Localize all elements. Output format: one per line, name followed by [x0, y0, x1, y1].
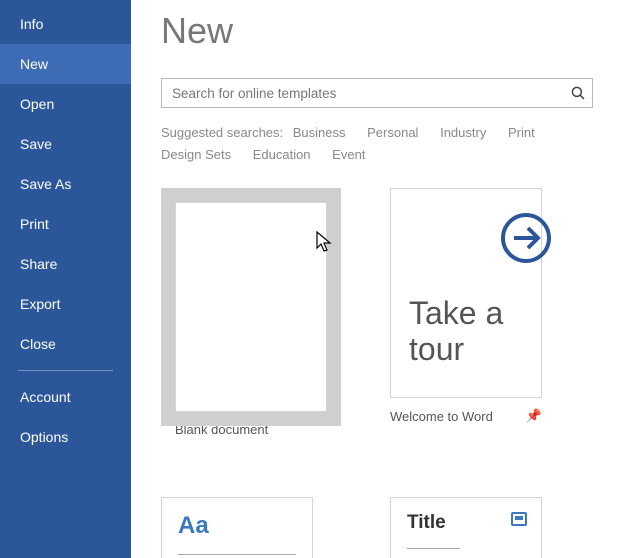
suggested-link-business[interactable]: Business [293, 122, 346, 144]
sidebar-item-options[interactable]: Options [0, 417, 131, 457]
sidebar-item-export[interactable]: Export [0, 284, 131, 324]
sidebar: Info New Open Save Save As Print Share E… [0, 0, 131, 558]
suggested-link-design-sets[interactable]: Design Sets [161, 144, 231, 166]
suggested-searches: Suggested searches: Business Personal In… [161, 122, 593, 166]
main-panel: New Suggested searches: Business Persona… [131, 0, 622, 558]
aa-sample-text: Aa [178, 512, 296, 540]
search-input[interactable] [161, 78, 593, 108]
suggested-link-industry[interactable]: Industry [440, 122, 486, 144]
suggested-link-event[interactable]: Event [332, 144, 365, 166]
template-title[interactable]: Title [390, 497, 565, 558]
sidebar-item-save[interactable]: Save [0, 124, 131, 164]
pin-icon[interactable]: 📌 [526, 408, 542, 424]
template-thumb-tour[interactable]: Take a tour [390, 188, 542, 398]
sidebar-item-info[interactable]: Info [0, 4, 131, 44]
template-aa[interactable]: Aa [161, 497, 336, 558]
template-gallery: Blank document Take a tour Welcome to Wo… [161, 188, 621, 558]
arrow-right-circle-icon [499, 211, 553, 265]
sidebar-item-share[interactable]: Share [0, 244, 131, 284]
page-title: New [161, 10, 604, 52]
sidebar-item-open[interactable]: Open [0, 84, 131, 124]
search-icon[interactable] [569, 84, 587, 102]
template-label-tour: Welcome to Word [390, 409, 493, 424]
suggested-link-print[interactable]: Print [508, 122, 535, 144]
suggested-link-personal[interactable]: Personal [367, 122, 418, 144]
suggested-label: Suggested searches: [161, 125, 283, 140]
template-thumb-aa[interactable]: Aa [161, 497, 313, 558]
sidebar-item-save-as[interactable]: Save As [0, 164, 131, 204]
sidebar-item-account[interactable]: Account [0, 377, 131, 417]
template-welcome-to-word[interactable]: Take a tour Welcome to Word 📌 [390, 188, 565, 437]
sidebar-item-new[interactable]: New [0, 44, 131, 84]
title-sample-text: Title [407, 512, 525, 534]
template-thumb-title[interactable]: Title [390, 497, 542, 558]
suggested-link-education[interactable]: Education [253, 144, 311, 166]
search-wrap [161, 78, 593, 108]
document-header-icon [511, 512, 527, 526]
sidebar-divider [18, 370, 113, 371]
template-blank-document[interactable]: Blank document [161, 188, 336, 437]
sidebar-item-close[interactable]: Close [0, 324, 131, 364]
template-label-blank: Blank document [175, 422, 268, 437]
tour-text: Take a tour [409, 295, 503, 367]
template-thumb-blank[interactable] [175, 202, 327, 412]
sidebar-item-print[interactable]: Print [0, 204, 131, 244]
